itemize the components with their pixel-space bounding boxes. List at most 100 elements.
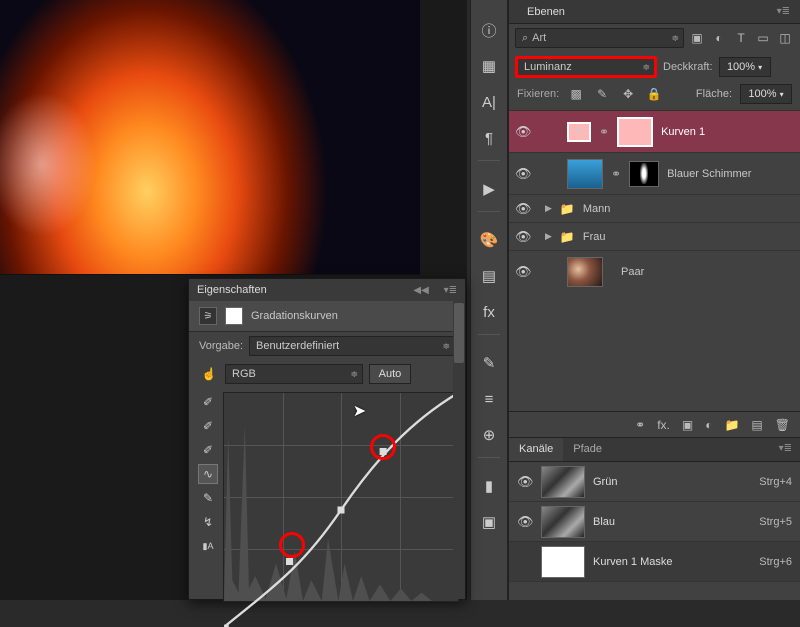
channel-blue[interactable]: 👁 Blau Strg+5 [509,502,800,542]
preset-select[interactable]: Benutzerdefiniert ≑ [249,336,455,356]
panel-menu-icon[interactable]: ▾≣ [777,6,790,17]
lock-brush-icon[interactable]: ✎ [593,85,611,103]
curve-smooth-icon[interactable]: ↯ [198,512,218,532]
layer-thumb[interactable] [567,159,603,189]
targeted-adjust-icon[interactable]: ☝ [199,364,219,384]
channels-tab[interactable]: Kanäle [509,438,563,461]
properties-header[interactable]: Eigenschaften ◀◀ ▾≣ [189,279,465,301]
collapse-icon[interactable]: ◀◀ [413,285,428,296]
channel-green[interactable]: 👁 Grün Strg+4 [509,462,800,502]
play-icon[interactable]: ▶ [475,175,503,203]
layer-name: Frau [583,231,794,243]
visibility-icon[interactable]: 👁 [515,229,531,245]
fill-value: 100% [748,88,776,100]
clone-icon[interactable]: ⊕ [475,421,503,449]
link-layers-icon[interactable]: ⚭ [635,418,645,432]
properties-subheader: ⚞ Gradationskurven [189,301,465,332]
channel-thumb [541,466,585,498]
layer-paar[interactable]: 👁 Paar [509,250,800,292]
filter-pixel-icon[interactable]: ▣ [688,29,706,47]
properties-scrollbar[interactable] [453,301,465,599]
visibility-icon[interactable]: 👁 [515,264,531,280]
layer-name: Paar [621,266,794,278]
layers-tab[interactable]: Ebenen [519,2,573,22]
blend-mode-value: Luminanz [524,61,572,73]
layer-fx-button[interactable]: fx. [657,418,670,432]
chevron-updown-icon: ≑ [350,369,356,380]
layer-group-mann[interactable]: 👁 ▶ 📁 Mann [509,194,800,222]
eyedropper-black-icon[interactable]: ✐ [198,392,218,412]
info-icon[interactable]: ⓘ [475,16,503,44]
paragraph-icon[interactable]: ¶ [475,124,503,152]
chevron-updown-icon: ≑ [442,341,448,352]
lock-transparent-icon[interactable]: ▩ [567,85,585,103]
caret-right-icon[interactable]: ▶ [545,203,552,214]
paths-tab[interactable]: Pfade [563,438,612,461]
channel-thumb [541,506,585,538]
fx-icon[interactable]: fx [475,298,503,326]
layer-thumb[interactable] [567,257,603,287]
filter-shape-icon[interactable]: ▭ [754,29,772,47]
panel-menu-icon[interactable]: ▾≣ [771,438,800,461]
chevron-updown-icon: ≑ [671,33,677,44]
curves-adjustment-icon[interactable]: ⚞ [199,307,217,325]
eyedropper-gray-icon[interactable]: ✐ [198,416,218,436]
layer-group-frau[interactable]: 👁 ▶ 📁 Frau [509,222,800,250]
mask-thumb[interactable] [629,161,659,187]
channel-value: RGB [232,368,256,380]
caret-right-icon[interactable]: ▶ [545,231,552,242]
curves-toolstrip: ✐ ✐ ✐ ∿ ✎ ↯ ▮A [197,392,219,602]
curves-graph[interactable]: ➤ [223,392,459,602]
character-icon[interactable]: A| [475,88,503,116]
channel-shortcut: Strg+5 [759,516,792,528]
channel-select[interactable]: RGB ≑ [225,364,363,384]
new-layer-icon[interactable]: ▤ [751,418,762,432]
channel-thumb [541,546,585,578]
visibility-icon[interactable]: 👁 [517,474,533,490]
filter-type-icon[interactable]: T [732,29,750,47]
curve-options-icon[interactable]: ▮A [198,536,218,556]
fill-field[interactable]: 100%▾ [740,84,792,104]
panel-menu-icon[interactable]: ▾≣ [444,285,457,296]
auto-label: Auto [379,368,402,380]
mask-thumb[interactable] [617,117,653,147]
filter-adjust-icon[interactable]: ◐ [710,29,728,47]
mask-mode-icon[interactable] [225,307,243,325]
blend-mode-select[interactable]: Luminanz ≑ [515,56,657,78]
visibility-icon[interactable]: 👁 [515,201,531,217]
curve-point-icon[interactable]: ∿ [198,464,218,484]
layers-panel-header: Ebenen ▾≣ [509,0,800,24]
layer-filter-kind[interactable]: ⌕ Art ≑ [515,28,684,48]
visibility-icon[interactable]: 👁 [515,166,531,182]
channels-panel: Kanäle Pfade ▾≣ 👁 Grün Strg+4 👁 Blau Str… [508,437,800,600]
layer-mask-icon[interactable]: ▣ [682,418,693,432]
scrollbar-thumb[interactable] [454,303,464,363]
lock-all-icon[interactable]: 🔒 [645,85,663,103]
layer-kurven1[interactable]: 👁 ⚞ ⚭ Kurven 1 [509,110,800,152]
navigator-icon[interactable]: ▣ [475,508,503,536]
adjustment-thumb[interactable]: ⚞ [567,122,591,142]
brush-icon[interactable]: ✎ [475,349,503,377]
eyedropper-white-icon[interactable]: ✐ [198,440,218,460]
lock-move-icon[interactable]: ✥ [619,85,637,103]
delete-layer-icon[interactable]: 🗑 [775,418,790,432]
curve-pencil-icon[interactable]: ✎ [198,488,218,508]
channel-shortcut: Strg+6 [759,556,792,568]
adjustment-layer-icon[interactable]: ◐ [705,418,712,432]
histogram-icon[interactable]: ▮ [475,472,503,500]
visibility-icon[interactable]: 👁 [517,514,533,530]
properties-tab: Eigenschaften [197,284,267,296]
opacity-field[interactable]: 100%▾ [719,57,771,77]
channel-shortcut: Strg+4 [759,476,792,488]
swatches-icon[interactable]: ▦ [475,52,503,80]
visibility-icon[interactable]: 👁 [515,124,531,140]
new-group-icon[interactable]: 📁 [724,418,739,432]
channel-mask[interactable]: 👁 Kurven 1 Maske Strg+6 [509,542,800,582]
brushset-icon[interactable]: ≡ [475,385,503,413]
grid-icon[interactable]: ▤ [475,262,503,290]
properties-panel[interactable]: Eigenschaften ◀◀ ▾≣ ⚞ Gradationskurven V… [188,278,466,600]
layer-blauer-schimmer[interactable]: 👁 ⚭ Blauer Schimmer [509,152,800,194]
palette-icon[interactable]: 🎨 [475,226,503,254]
auto-button[interactable]: Auto [369,364,411,384]
filter-smart-icon[interactable]: ◫ [776,29,794,47]
